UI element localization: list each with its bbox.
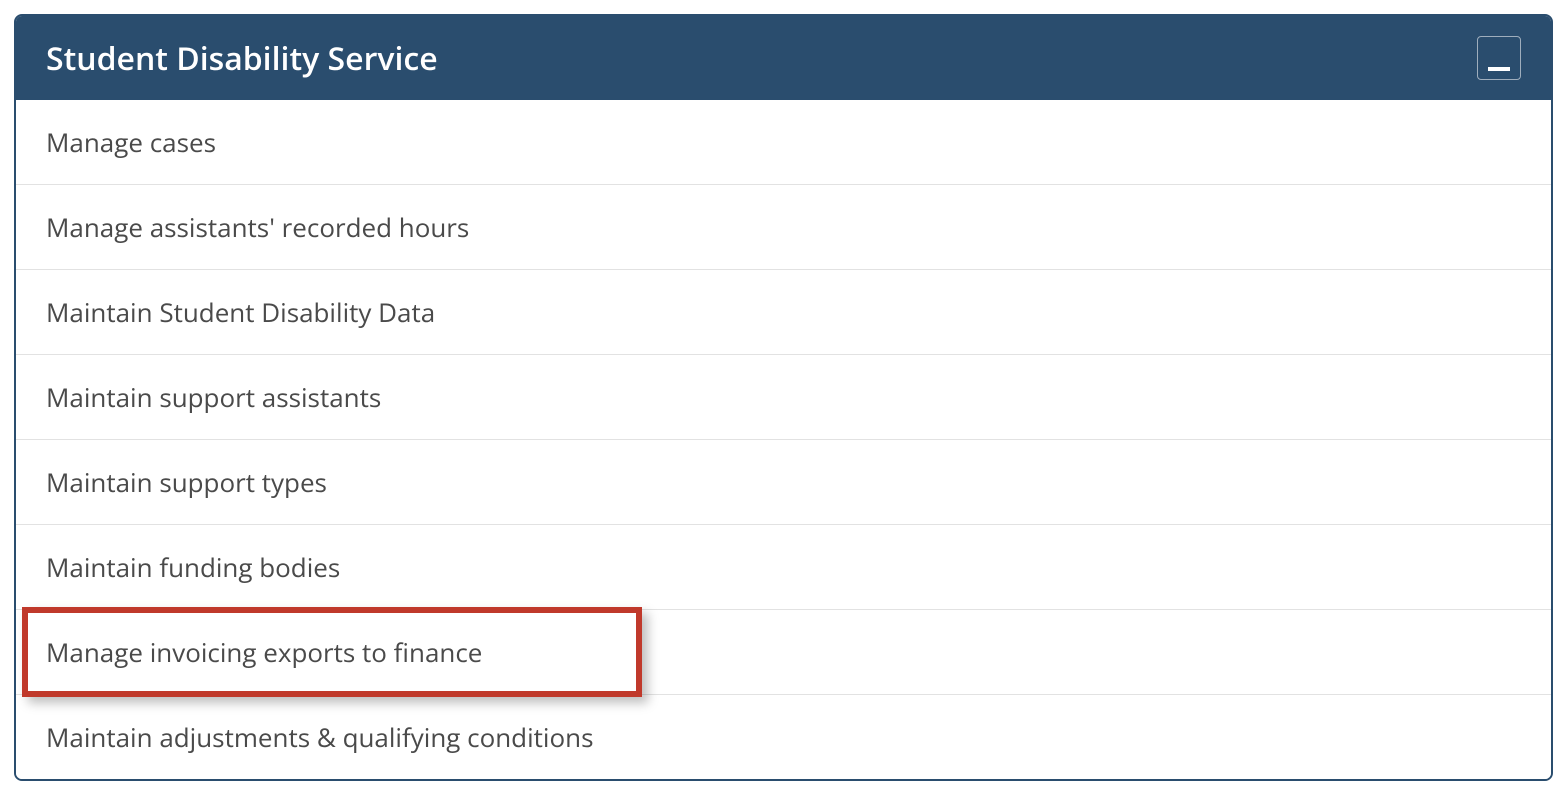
- menu-item-manage-invoicing-exports[interactable]: Manage invoicing exports to finance: [16, 610, 1551, 695]
- menu-item-label: Maintain adjustments & qualifying condit…: [46, 719, 593, 755]
- menu-item-manage-cases[interactable]: Manage cases: [16, 100, 1551, 185]
- menu-item-manage-assistants-hours[interactable]: Manage assistants' recorded hours: [16, 185, 1551, 270]
- disability-service-panel: Student Disability Service Manage cases …: [14, 14, 1553, 781]
- menu-item-label: Maintain funding bodies: [46, 549, 340, 585]
- collapse-button[interactable]: [1477, 36, 1521, 80]
- menu-item-label: Maintain support types: [46, 464, 327, 500]
- menu-item-label: Manage cases: [46, 124, 216, 160]
- menu-item-maintain-funding-bodies[interactable]: Maintain funding bodies: [16, 525, 1551, 610]
- menu-item-maintain-support-assistants[interactable]: Maintain support assistants: [16, 355, 1551, 440]
- menu-item-label: Maintain support assistants: [46, 379, 381, 415]
- menu-item-label: Maintain Student Disability Data: [46, 294, 435, 330]
- panel-title: Student Disability Service: [46, 37, 438, 80]
- menu-list: Manage cases Manage assistants' recorded…: [16, 100, 1551, 779]
- menu-item-maintain-support-types[interactable]: Maintain support types: [16, 440, 1551, 525]
- menu-item-maintain-adjustments[interactable]: Maintain adjustments & qualifying condit…: [16, 695, 1551, 779]
- panel-header: Student Disability Service: [16, 16, 1551, 100]
- menu-item-label: Manage invoicing exports to finance: [46, 634, 482, 670]
- minimize-icon: [1488, 67, 1510, 71]
- menu-item-label: Manage assistants' recorded hours: [46, 209, 469, 245]
- menu-item-maintain-disability-data[interactable]: Maintain Student Disability Data: [16, 270, 1551, 355]
